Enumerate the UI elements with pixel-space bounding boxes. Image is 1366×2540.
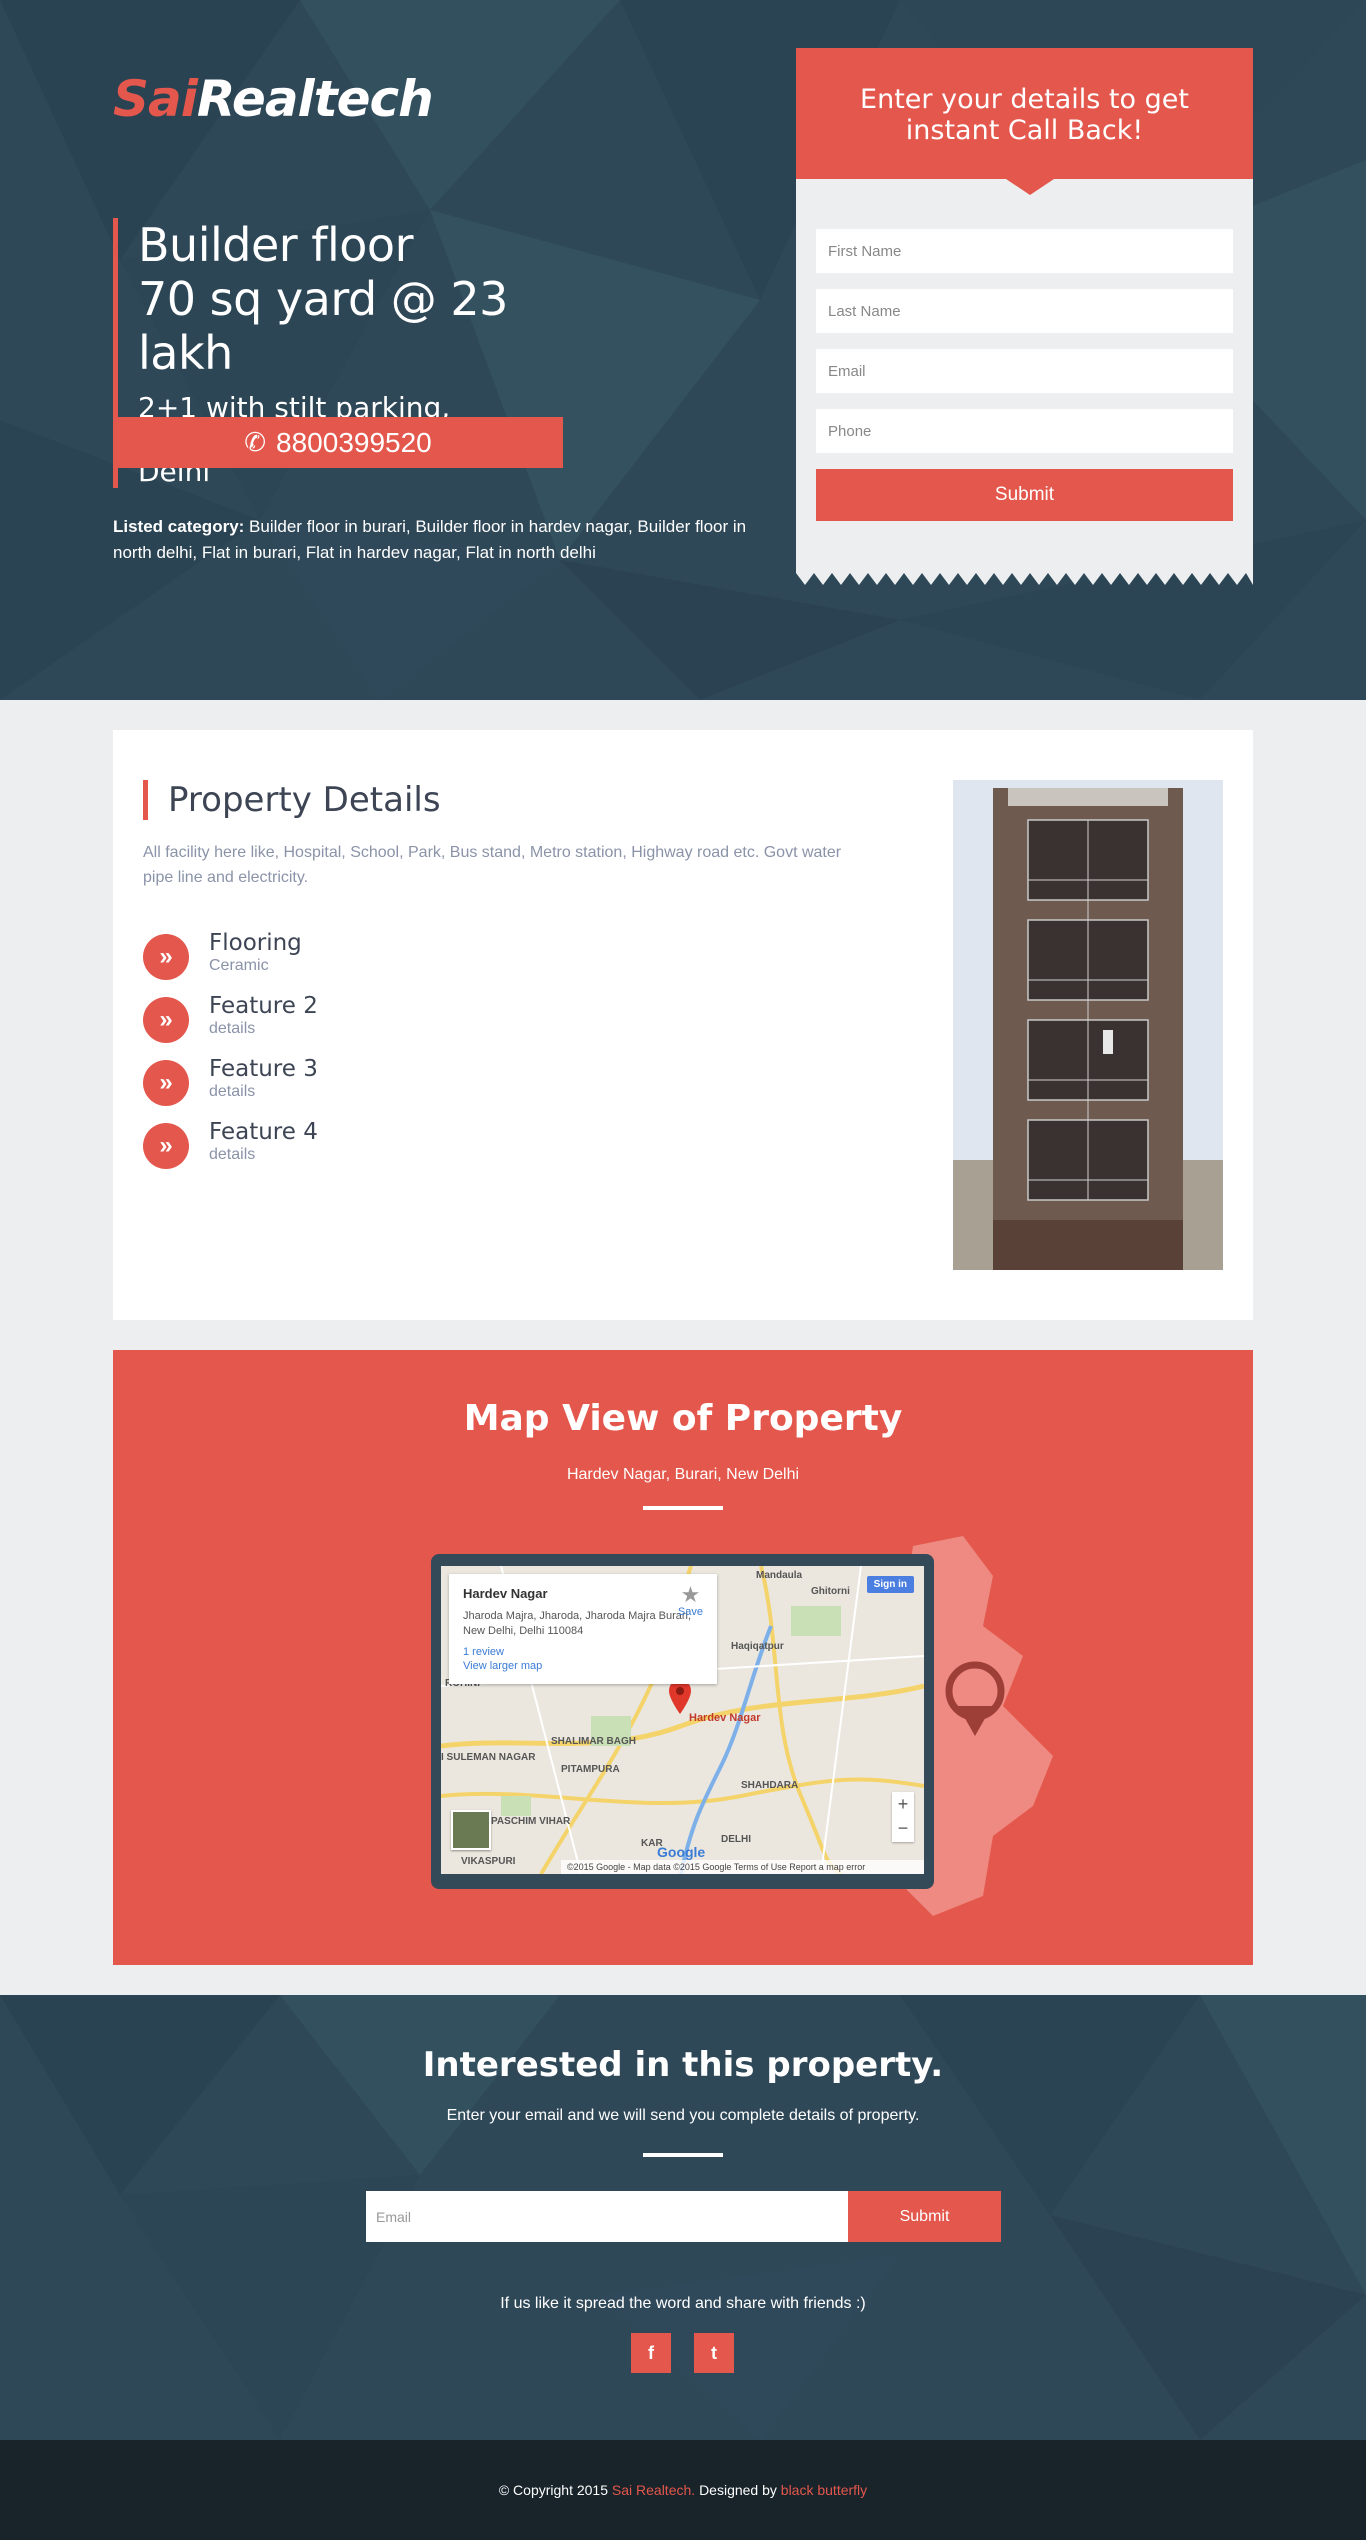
map-label: PITAMPURA — [561, 1764, 620, 1775]
info-title: Hardev Nagar — [463, 1586, 548, 1601]
callback-form-heading: Enter your details to get instant Call B… — [796, 48, 1253, 179]
google-logo: Google — [657, 1844, 706, 1860]
first-name-input[interactable] — [816, 229, 1233, 273]
property-details-description: All facility here like, Hospital, School… — [143, 844, 842, 886]
save-button[interactable]: ★ Save — [677, 1582, 703, 1619]
feature-detail: details — [209, 1020, 256, 1037]
map-label: Mandaula — [756, 1570, 803, 1581]
newsletter-form: Submit — [366, 2191, 1001, 2242]
callback-form-body: Submit — [796, 179, 1253, 573]
form-zigzag-edge — [796, 573, 1253, 585]
feature-title: Feature 4 — [209, 1119, 318, 1145]
info-address: Jharoda Majra, Jharoda, Jharoda Majra Bu… — [463, 1610, 692, 1637]
feature-item: » Feature 3 details — [143, 1056, 318, 1119]
zoom-in-button[interactable]: + — [892, 1792, 914, 1816]
newsletter-email-input[interactable] — [366, 2191, 848, 2242]
feature-title: Feature 3 — [209, 1056, 318, 1082]
map-title: Map View of Property — [463, 1398, 903, 1439]
info-reviews-link[interactable]: 1 review — [463, 1645, 703, 1659]
map-label: Ghitorni — [811, 1586, 850, 1597]
property-details-section: Property Details All facility here like,… — [113, 730, 1253, 1320]
map-divider — [643, 1506, 723, 1510]
feature-item: » Flooring Ceramic — [143, 930, 318, 993]
feature-list: » Flooring Ceramic » Feature 2 details »… — [143, 930, 318, 1182]
save-label: Save — [677, 1606, 703, 1618]
phone-call-button[interactable]: ✆ 8800399520 — [113, 417, 563, 468]
last-name-input[interactable] — [816, 289, 1233, 333]
map-label: PASCHIM VIHAR — [491, 1816, 571, 1827]
feature-detail: details — [209, 1083, 256, 1100]
map-label: DELHI — [721, 1834, 751, 1845]
zoom-out-button[interactable]: − — [892, 1816, 914, 1840]
feature-item: » Feature 2 details — [143, 993, 318, 1056]
feature-title: Flooring — [209, 930, 302, 956]
feature-detail: Ceramic — [209, 957, 269, 974]
callback-form: Enter your details to get instant Call B… — [796, 48, 1253, 585]
footer: © Copyright 2015 Sai Realtech. Designed … — [0, 2440, 1366, 2540]
logo-text: Realtech — [196, 70, 434, 128]
map-label: SHALIMAR BAGH — [551, 1736, 636, 1747]
embedded-map[interactable]: Mandaula Ghitorni Haqiqatpur ROHINI SHAL… — [441, 1566, 924, 1874]
listed-label: Listed category: — [113, 517, 245, 536]
designer-link[interactable]: black butterfly — [781, 2482, 867, 2498]
headline-line-2: 70 sq yard @ 23 lakh — [138, 272, 508, 380]
designed-by-text: Designed by — [699, 2482, 777, 2498]
map-zoom-control: + − — [892, 1792, 914, 1842]
feature-item: » Feature 4 details — [143, 1119, 318, 1182]
hero-section: SaiRealtech Builder floor 70 sq yard @ 2… — [0, 0, 1366, 700]
interest-title: Interested in this property. — [422, 2045, 944, 2085]
logo[interactable]: SaiRealtech — [113, 70, 434, 128]
map-subtitle: Hardev Nagar, Burari, New Delhi — [566, 1466, 800, 1483]
phone-icon: ✆ — [244, 427, 267, 457]
headline-line-1: Builder floor — [138, 218, 413, 272]
map-label: VIKASPURI — [461, 1856, 516, 1867]
email-input[interactable] — [816, 349, 1233, 393]
map-pin-label: Hardev Nagar — [689, 1712, 761, 1724]
form-heading-arrow — [1006, 179, 1054, 195]
facebook-icon[interactable]: f — [631, 2333, 671, 2373]
view-larger-map-link[interactable]: View larger map — [463, 1659, 703, 1673]
twitter-icon[interactable]: t — [694, 2333, 734, 2373]
map-sign-in-button[interactable]: Sign in — [866, 1576, 914, 1593]
newsletter-submit-button[interactable]: Submit — [848, 2191, 1001, 2242]
map-pin-icon[interactable] — [669, 1680, 691, 1714]
chevron-right-icon: » — [143, 1123, 189, 1169]
feature-detail: details — [209, 1146, 256, 1163]
map-device-frame: Mandaula Ghitorni Haqiqatpur ROHINI SHAL… — [431, 1554, 934, 1889]
map-label: SHAHDARA — [741, 1780, 799, 1791]
interest-section: Interested in this property. Enter your … — [0, 1995, 1366, 2440]
map-label: Haqiqatpur — [731, 1641, 784, 1652]
phone-input[interactable] — [816, 409, 1233, 453]
map-info-window: Hardev Nagar Jharoda Majra, Jharoda, Jha… — [449, 1574, 717, 1684]
phone-number: 8800399520 — [276, 426, 432, 458]
satellite-toggle[interactable] — [451, 1810, 491, 1850]
chevron-right-icon: » — [143, 997, 189, 1043]
star-icon: ★ — [680, 1582, 701, 1607]
listed-category: Listed category: Builder floor in burari… — [113, 514, 773, 566]
company-link[interactable]: Sai Realtech. — [612, 2482, 695, 2498]
feature-title: Feature 2 — [209, 993, 318, 1019]
chevron-right-icon: » — [143, 934, 189, 980]
share-text: If us like it spread the word and share … — [500, 2295, 866, 2312]
callback-submit-button[interactable]: Submit — [816, 469, 1233, 521]
chevron-right-icon: » — [143, 1060, 189, 1106]
map-section: Map View of Property Hardev Nagar, Burar… — [113, 1350, 1253, 1965]
building-photo — [953, 780, 1223, 1270]
logo-accent: Sai — [113, 70, 198, 128]
property-details-title: Property Details — [143, 780, 441, 820]
map-attribution: ©2015 Google - Map data ©2015 Google Ter… — [561, 1860, 924, 1874]
copyright-text: © Copyright 2015 — [498, 2482, 608, 2498]
interest-subtitle: Enter your email and we will send you co… — [446, 2107, 920, 2124]
interest-divider — [643, 2153, 723, 2157]
map-label: I SULEMAN NAGAR — [441, 1752, 536, 1763]
